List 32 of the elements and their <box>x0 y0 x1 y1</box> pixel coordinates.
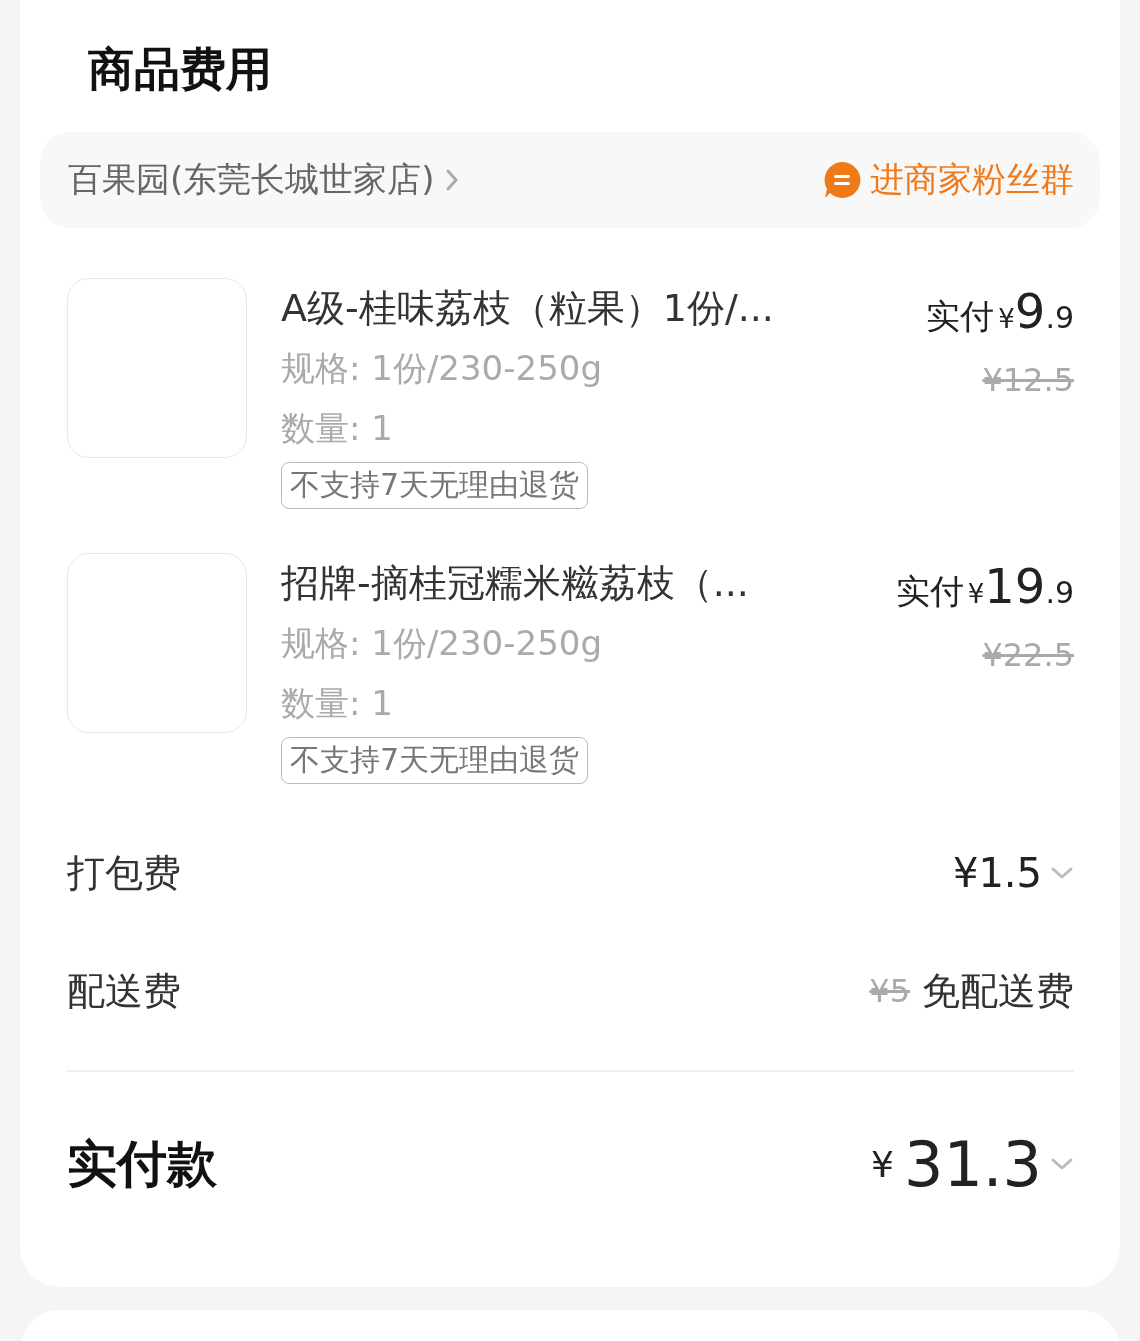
price-integer: 9 <box>1014 282 1046 341</box>
chevron-down-icon[interactable] <box>1050 866 1074 880</box>
original-fee: ¥5 <box>869 972 910 1010</box>
product-spec: 规格: 1份/230-250g <box>281 622 602 665</box>
chevron-right-icon <box>444 168 459 192</box>
original-price: ¥12.5 <box>982 360 1074 401</box>
product-spec: 规格: 1份/230-250g <box>281 347 602 390</box>
fee-value: 免配送费 <box>922 967 1074 1015</box>
currency-symbol: ¥ <box>998 303 1015 336</box>
return-policy-tag: 不支持7天无理由退货 <box>281 737 589 784</box>
paid-label: 实付 <box>926 295 995 338</box>
product-quantity: 数量: 1 <box>281 682 393 725</box>
price-integer: 19 <box>984 557 1046 616</box>
chevron-down-icon[interactable] <box>1050 1157 1074 1171</box>
section-title: 商品费用 <box>87 41 273 98</box>
product-name[interactable]: A级-桂味荔枝（粒果）1份/... <box>281 278 774 338</box>
price-decimal: .9 <box>1045 299 1074 337</box>
total-amount: 31.3 <box>903 1127 1042 1201</box>
product-name[interactable]: 招牌-摘桂冠糯米糍荔枝（... <box>281 553 749 613</box>
store-link[interactable]: 百果园(东莞长城世家店) <box>68 157 435 203</box>
return-policy-tag: 不支持7天无理由退货 <box>281 462 589 509</box>
fee-label: 配送费 <box>67 967 181 1015</box>
total-label: 实付款 <box>67 1133 217 1195</box>
chat-bubble-icon <box>822 160 862 200</box>
fee-value: ¥1.5 <box>952 850 1042 896</box>
product-quantity: 数量: 1 <box>281 407 393 450</box>
original-price: ¥22.5 <box>982 635 1074 676</box>
currency-symbol: ¥ <box>967 578 985 611</box>
paid-label: 实付 <box>895 570 964 613</box>
currency-symbol: ¥ <box>871 1143 894 1185</box>
fee-label: 打包费 <box>67 849 181 897</box>
price-decimal: .9 <box>1045 574 1074 612</box>
